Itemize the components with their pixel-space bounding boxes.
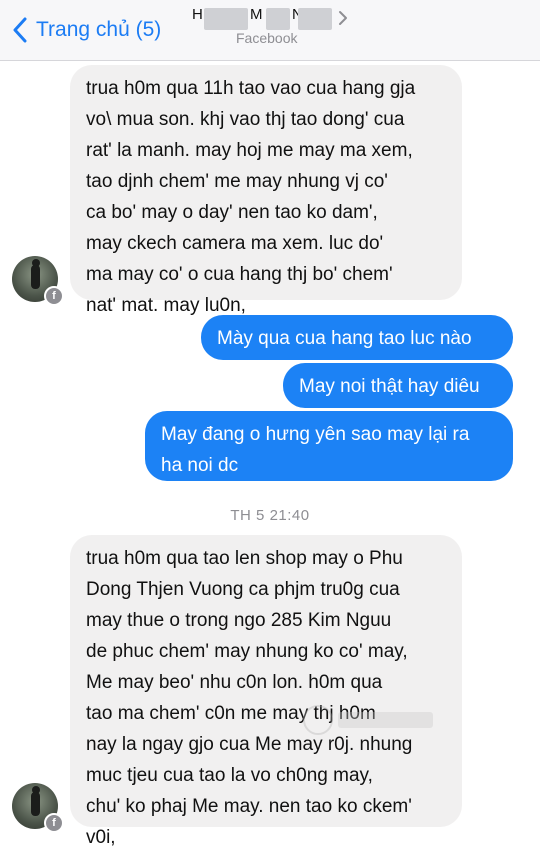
message-thread[interactable]: trua h0m qua 11h tao vao cua hang gja vo… bbox=[0, 61, 540, 848]
incoming-message: trua h0m qua tao len shop may o Phu Dong… bbox=[70, 535, 462, 848]
watermark-logo bbox=[303, 705, 433, 735]
name-redaction bbox=[266, 8, 290, 30]
avatar[interactable]: f bbox=[12, 256, 64, 306]
contact-subtitle: Facebook bbox=[236, 30, 298, 46]
outgoing-message: May đang o hưng yên sao may lại ra ha no… bbox=[145, 411, 513, 481]
contact-header[interactable]: H M N Facebook bbox=[190, 4, 360, 54]
contact-name-part: H bbox=[192, 6, 203, 23]
outgoing-message: May noi thật hay diêu bbox=[283, 363, 513, 408]
incoming-message: trua h0m qua 11h tao vao cua hang gja vo… bbox=[70, 65, 462, 316]
chevron-left-icon bbox=[13, 17, 27, 43]
name-redaction bbox=[298, 8, 332, 30]
facebook-badge-icon: f bbox=[44, 813, 64, 833]
facebook-badge-icon: f bbox=[44, 286, 64, 306]
back-label: Trang chủ (5) bbox=[36, 18, 162, 41]
avatar[interactable]: f bbox=[12, 783, 64, 833]
avatar-figure bbox=[31, 792, 40, 816]
navigation-bar: Trang chủ (5) H M N Facebook bbox=[0, 0, 540, 61]
contact-name-part: M bbox=[250, 6, 263, 23]
back-button[interactable]: Trang chủ (5) bbox=[12, 12, 161, 48]
timestamp: TH 5 21:40 bbox=[230, 507, 310, 524]
name-redaction bbox=[204, 8, 248, 30]
contact-name: H M N bbox=[190, 6, 350, 32]
avatar-figure bbox=[31, 265, 40, 289]
outgoing-message: Mày qua cua hang tao luc nào bbox=[201, 315, 513, 360]
chevron-right-icon bbox=[339, 11, 347, 25]
